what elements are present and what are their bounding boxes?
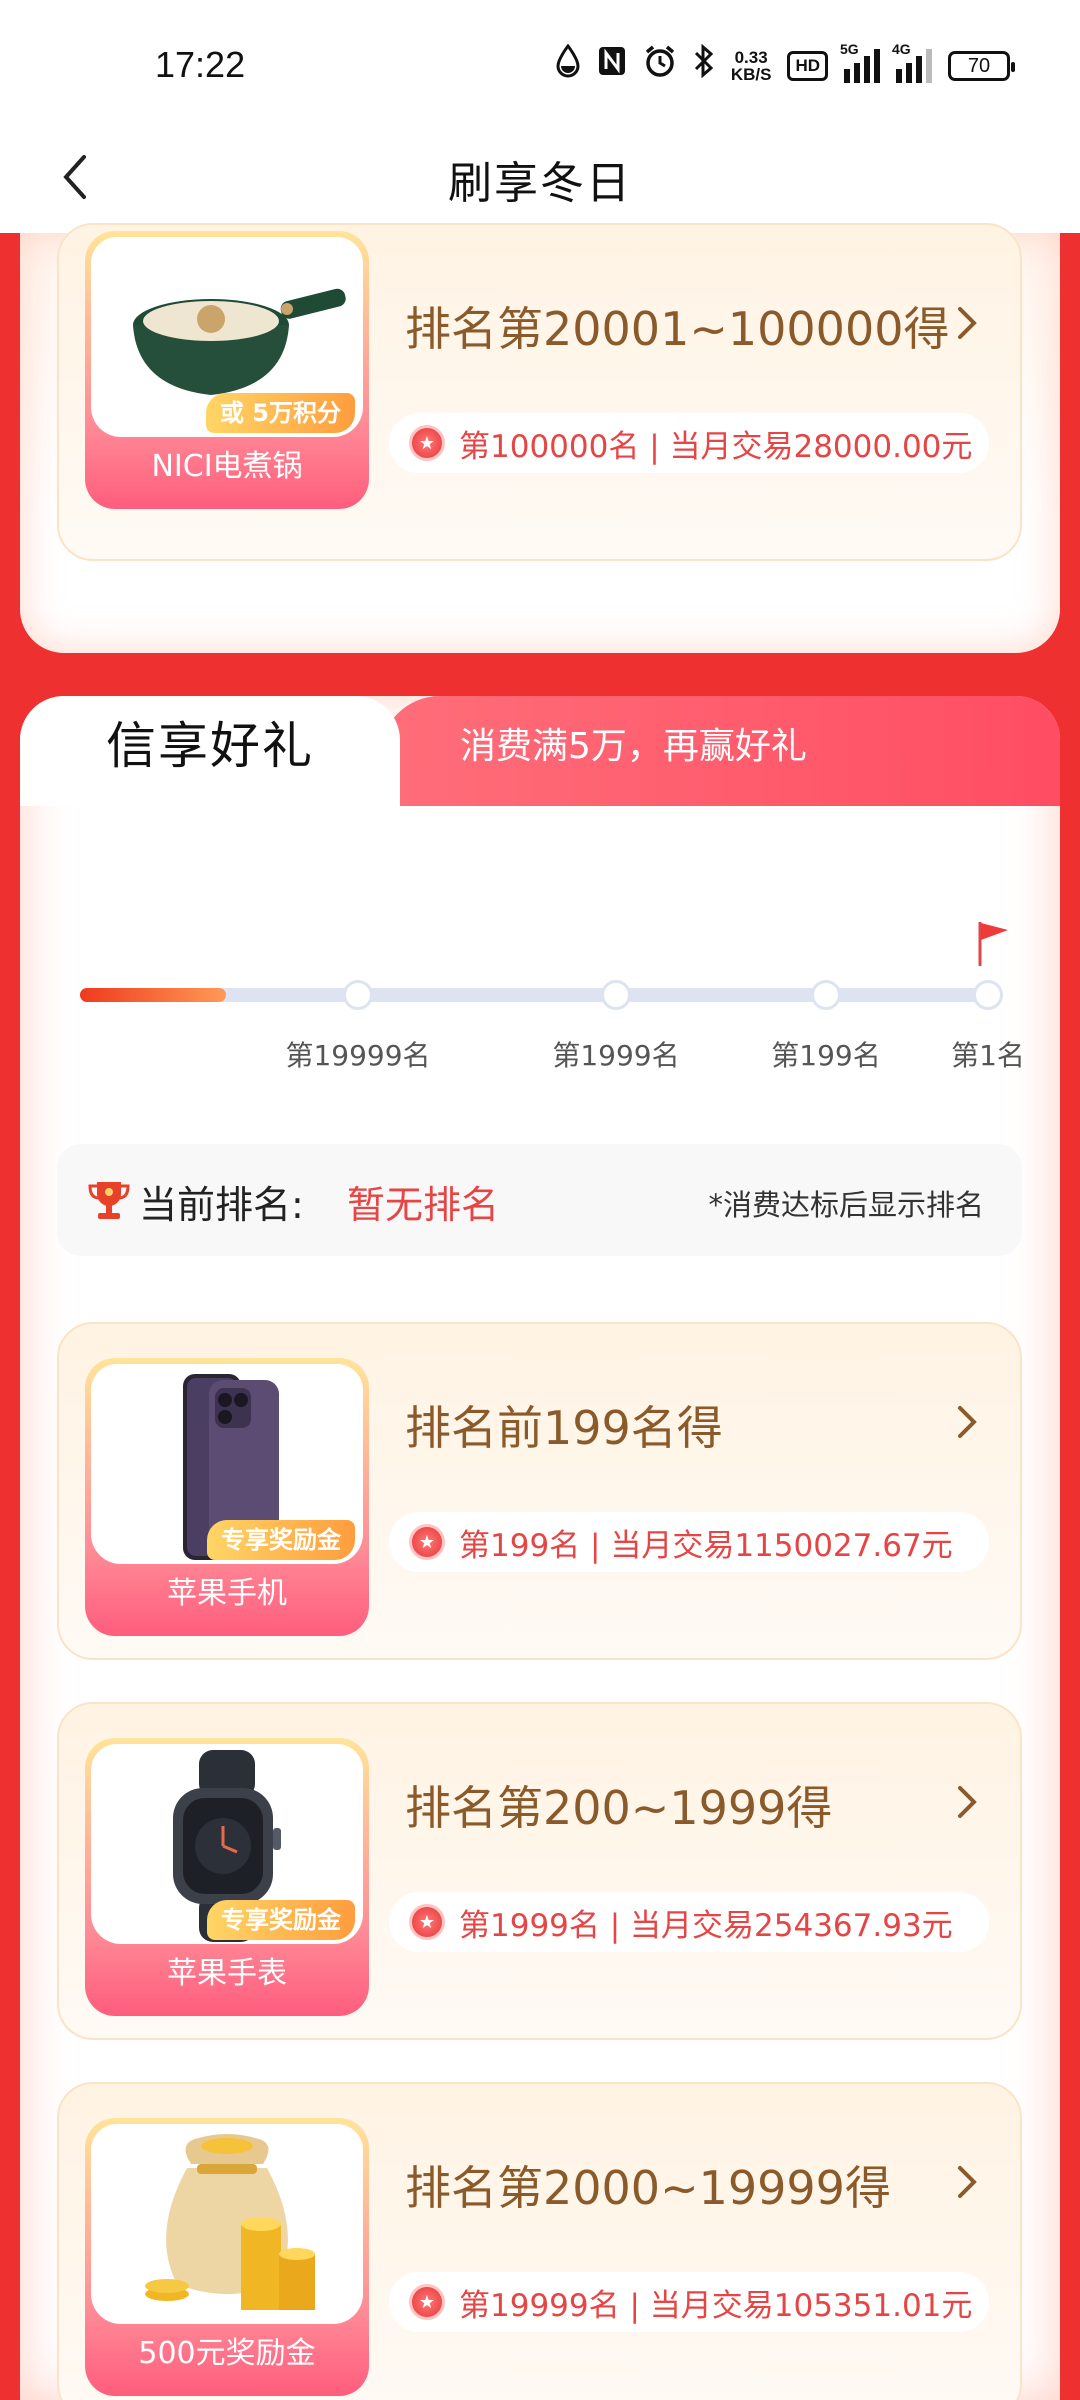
- progress-label: 第1999名: [552, 1039, 680, 1072]
- prize-badge: 专享奖励金: [207, 1520, 355, 1560]
- progress-node-1999: [601, 980, 631, 1010]
- progress-label: 第1名: [951, 1039, 1025, 1072]
- status-bar: 17:22 0.33 KB/S HD 5G 4G 70: [0, 0, 1080, 135]
- chevron-right-icon[interactable]: [952, 303, 982, 343]
- progress-node-1: [973, 980, 1003, 1010]
- prize-image: 或 5万积分: [91, 237, 363, 437]
- medal-icon: ★: [409, 425, 445, 461]
- progress-label: 第19999名: [285, 1039, 431, 1072]
- status-time: 17:22: [155, 44, 246, 85]
- speed-unit: KB/S: [730, 65, 772, 84]
- flag-icon: [978, 922, 1008, 966]
- battery-icon: 70: [948, 51, 1015, 81]
- water-drop-icon: [555, 43, 581, 89]
- page-title: 刷享冬日: [448, 158, 632, 209]
- rank-progress: 第19999名 第1999名 第199名 第1名: [20, 826, 1060, 1076]
- prize-rank-pill: ★ 第1999名 | 当月交易254367.93元: [389, 1892, 989, 1952]
- prize-rank-detail: 第199名 | 当月交易1150027.67元: [459, 1527, 953, 1564]
- prize-name: 苹果手表: [167, 1956, 287, 1991]
- medal-icon: ★: [409, 1904, 445, 1940]
- prize-row-bonus[interactable]: 500元奖励金 排名第2000~19999得 ★ 第19999名 | 当月交易1…: [57, 2082, 1022, 2400]
- medal-icon: ★: [409, 2284, 445, 2320]
- speed-value: 0.33: [734, 48, 768, 67]
- prize-image: [91, 2124, 363, 2324]
- tab-spend-more[interactable]: 消费满5万，再赢好礼: [380, 696, 1060, 806]
- prize-row-watch[interactable]: 专享奖励金 苹果手表 排名第200~1999得 ★ 第1999名 | 当月交易2…: [57, 1702, 1022, 2040]
- signal-5g-icon: 5G: [840, 41, 880, 83]
- money-bag-icon: [145, 2134, 315, 2310]
- progress-node-19999: [343, 980, 373, 1010]
- nfc-icon: [597, 45, 627, 88]
- prize-rank-pill: ★ 第199名 | 当月交易1150027.67元: [389, 1512, 989, 1572]
- prize-image-frame: 或 5万积分 NICI电煮锅: [85, 231, 369, 509]
- signal-4g-label: 4G: [892, 41, 911, 57]
- prize-row-nici[interactable]: 或 5万积分 NICI电煮锅 排名第20001~100000得 ★ 第10000…: [57, 223, 1022, 561]
- medal-icon: ★: [409, 1524, 445, 1560]
- prize-rank-pill: ★ 第100000名 | 当月交易28000.00元: [389, 413, 989, 473]
- nav-bar: 刷享冬日: [0, 125, 1080, 233]
- prize-row-iphone[interactable]: 专享奖励金 苹果手机 排名前199名得 ★ 第199名 | 当月交易115002…: [57, 1322, 1022, 1660]
- prize-image-frame: 500元奖励金: [85, 2118, 369, 2396]
- top-prize-card: 或 5万积分 NICI电煮锅 排名第20001~100000得 ★ 第10000…: [20, 223, 1060, 653]
- signal-5g-label: 5G: [840, 41, 859, 57]
- trophy-icon: [88, 1182, 130, 1219]
- current-rank-box: 当前排名: 暂无排名 *消费达标后显示排名: [57, 1144, 1022, 1256]
- rank-hint: *消费达标后显示排名: [708, 1188, 984, 1222]
- alarm-icon: [643, 44, 677, 89]
- prize-name: NICI电煮锅: [151, 449, 303, 484]
- chevron-right-icon[interactable]: [952, 1402, 982, 1442]
- progress-label: 第199名: [771, 1039, 881, 1072]
- prize-title: 排名第200~1999得: [405, 1781, 833, 1835]
- prize-name: 500元奖励金: [138, 2336, 316, 2371]
- signal-4g-icon: 4G: [892, 41, 932, 83]
- prize-rank-detail: 第1999名 | 当月交易254367.93元: [459, 1907, 953, 1944]
- network-speed: 0.33 KB/S: [731, 49, 772, 83]
- chevron-right-icon[interactable]: [952, 2162, 982, 2202]
- prize-rank-detail: 第19999名 | 当月交易105351.01元: [459, 2287, 973, 2324]
- prize-title: 排名前199名得: [405, 1401, 723, 1455]
- prize-title: 排名第2000~19999得: [405, 2161, 891, 2215]
- prize-rank-detail: 第100000名 | 当月交易28000.00元: [459, 428, 973, 465]
- prize-rank-pill: ★ 第19999名 | 当月交易105351.01元: [389, 2272, 989, 2332]
- prize-title: 排名第20001~100000得: [405, 302, 950, 356]
- prize-badge: 或 5万积分: [205, 393, 355, 433]
- chevron-right-icon[interactable]: [952, 1782, 982, 1822]
- prize-image: 专享奖励金: [91, 1744, 363, 1944]
- progress-node-199: [811, 980, 841, 1010]
- tab-bar: 消费满5万，再赢好礼 信享好礼: [20, 696, 1060, 806]
- prize-name: 苹果手机: [167, 1576, 287, 1611]
- hd-voice-icon: HD: [787, 51, 828, 81]
- status-icons: 0.33 KB/S HD 5G 4G 70: [555, 41, 1015, 89]
- gift-section: 消费满5万，再赢好礼 信享好礼 第19999名 第1999名 第199名 第1名…: [20, 696, 1060, 2400]
- prize-image-frame: 专享奖励金 苹果手表: [85, 1738, 369, 2016]
- progress-fill: [80, 988, 226, 1002]
- current-rank-value: 暂无排名: [347, 1183, 500, 1227]
- prize-image: 专享奖励金: [91, 1364, 363, 1564]
- tab-gifts[interactable]: 信享好礼: [20, 696, 400, 806]
- prize-image-frame: 专享奖励金 苹果手机: [85, 1358, 369, 1636]
- current-rank-label: 当前排名:: [139, 1183, 304, 1227]
- bluetooth-icon: [693, 43, 715, 89]
- prize-badge: 专享奖励金: [207, 1900, 355, 1940]
